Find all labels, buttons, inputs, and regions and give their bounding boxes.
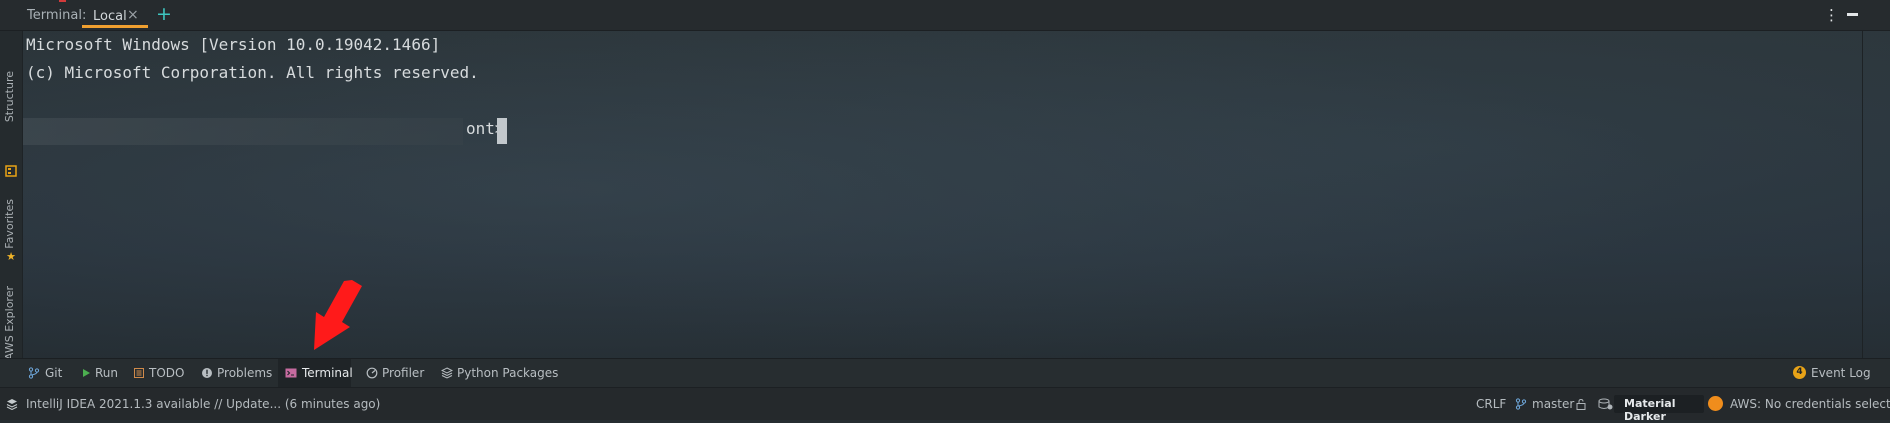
tool-profiler-label: Profiler bbox=[382, 366, 425, 380]
structure-tool-window[interactable]: Structure bbox=[0, 61, 22, 181]
star-icon: ★ bbox=[6, 250, 16, 263]
structure-label: Structure bbox=[3, 71, 16, 123]
lock-icon[interactable] bbox=[1574, 398, 1587, 411]
tool-terminal[interactable]: Terminal bbox=[278, 359, 353, 388]
tool-profiler[interactable]: Profiler bbox=[365, 359, 425, 388]
git-branch-icon bbox=[28, 367, 40, 379]
close-icon[interactable]: × bbox=[127, 7, 139, 23]
tab-local[interactable]: Local × bbox=[82, 2, 148, 28]
database-gear-icon[interactable] bbox=[1598, 398, 1614, 411]
update-notification[interactable]: IntelliJ IDEA 2021.1.3 available // Upda… bbox=[26, 397, 380, 411]
tool-terminal-label: Terminal bbox=[302, 366, 353, 380]
left-tool-strip: Structure Favorites ★ AWS Explorer bbox=[0, 31, 23, 383]
window-edge-marker bbox=[59, 0, 66, 2]
theme-badge[interactable]: Material Darker bbox=[1614, 395, 1704, 423]
terminal-scrollbar[interactable] bbox=[1862, 31, 1863, 358]
terminal-icon bbox=[285, 367, 297, 379]
terminal-output[interactable]: Microsoft Windows [Version 10.0.19042.14… bbox=[23, 31, 1861, 358]
layers-icon bbox=[440, 367, 454, 379]
git-branch-icon bbox=[1514, 398, 1527, 411]
tool-todo[interactable]: TODO bbox=[132, 359, 185, 388]
problems-icon bbox=[201, 367, 213, 379]
tool-event-log[interactable]: 4 Event Log bbox=[1792, 359, 1871, 388]
tool-git[interactable]: Git bbox=[26, 359, 66, 388]
minimize-icon[interactable] bbox=[1847, 13, 1858, 16]
event-log-badge: 4 bbox=[1793, 366, 1806, 379]
favorites-label: Favorites bbox=[3, 199, 16, 249]
tool-event-log-label: Event Log bbox=[1811, 366, 1871, 380]
terminal-line-copyright: (c) Microsoft Corporation. All rights re… bbox=[26, 63, 479, 82]
redacted-path bbox=[23, 118, 463, 145]
more-options-icon[interactable]: ⋮ bbox=[1824, 6, 1839, 24]
terminal-label: Terminal: bbox=[27, 8, 87, 23]
annotation-arrow bbox=[314, 280, 362, 350]
tool-run-label: Run bbox=[95, 366, 119, 380]
line-separator-widget[interactable]: CRLF bbox=[1476, 397, 1506, 411]
status-bar: IntelliJ IDEA 2021.1.3 available // Upda… bbox=[0, 387, 1890, 423]
tab-local-label: Local bbox=[93, 9, 127, 24]
aws-status-dot-icon bbox=[1708, 396, 1723, 411]
tool-todo-label: TODO bbox=[149, 366, 185, 380]
run-icon bbox=[80, 367, 92, 379]
aws-explorer-tool-window[interactable]: AWS Explorer bbox=[0, 276, 22, 383]
tool-git-label: Git bbox=[45, 366, 63, 380]
aws-credentials-widget[interactable]: AWS: No credentials selected bbox=[1730, 397, 1890, 411]
favorites-tool-window[interactable]: Favorites ★ bbox=[0, 166, 22, 266]
git-branch-widget[interactable]: master bbox=[1532, 397, 1574, 411]
tool-problems[interactable]: Problems bbox=[199, 359, 273, 388]
terminal-line-version: Microsoft Windows [Version 10.0.19042.14… bbox=[26, 35, 441, 54]
tool-python-packages[interactable]: Python Packages bbox=[440, 359, 558, 388]
update-layers-icon bbox=[5, 398, 18, 411]
terminal-header: Terminal: Local × + ⋮ bbox=[0, 0, 1890, 31]
terminal-cursor bbox=[497, 118, 507, 144]
todo-icon bbox=[133, 367, 145, 379]
tool-window-bar: Git Run TODO Problems Terminal Profiler bbox=[0, 358, 1890, 388]
aws-explorer-label: AWS Explorer bbox=[3, 286, 16, 361]
tool-problems-label: Problems bbox=[217, 366, 273, 380]
tool-python-packages-label: Python Packages bbox=[457, 366, 559, 380]
tool-run[interactable]: Run bbox=[78, 359, 118, 388]
add-tab-icon[interactable]: + bbox=[156, 3, 172, 25]
theme-badge-label: Material Darker bbox=[1624, 397, 1676, 423]
profiler-icon bbox=[366, 367, 378, 379]
